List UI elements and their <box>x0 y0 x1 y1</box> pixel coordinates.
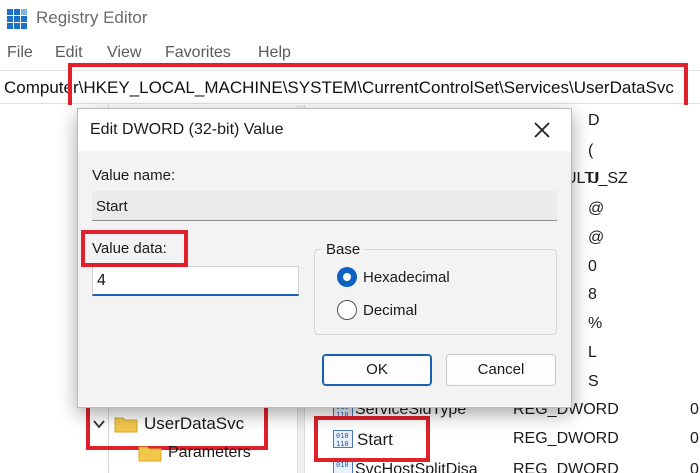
title-bar: Registry Editor <box>0 0 700 38</box>
reg-dword-icon: 010 110 <box>333 430 353 448</box>
address-bar[interactable]: Computer\HKEY_LOCAL_MACHINE\SYSTEM\Curre… <box>0 70 700 104</box>
reg-dword-icon: 010 <box>333 459 353 473</box>
value-name-field: Start <box>92 191 557 221</box>
folder-icon <box>114 417 138 433</box>
close-icon[interactable] <box>531 119 553 141</box>
address-path[interactable]: Computer\HKEY_LOCAL_MACHINE\SYSTEM\Curre… <box>4 78 674 98</box>
menu-edit[interactable]: Edit <box>55 44 83 62</box>
radio-hexadecimal-label: Hexadecimal <box>363 268 450 286</box>
window-title: Registry Editor <box>36 8 148 27</box>
value-data-cell: 0 <box>588 258 597 275</box>
value-data-cell: D <box>588 112 600 129</box>
value-type-cell: REG_DWORD <box>513 430 619 447</box>
tree-item-parameters[interactable]: Parameters <box>138 444 251 462</box>
menu-help[interactable]: Help <box>258 44 291 62</box>
menu-view[interactable]: View <box>107 44 141 62</box>
dialog-title: Edit DWORD (32-bit) Value <box>90 121 284 138</box>
chevron-down-icon[interactable] <box>92 417 106 431</box>
folder-icon <box>138 446 162 462</box>
ok-button[interactable]: OK <box>322 354 432 386</box>
value-data-cell: 0 <box>690 461 699 473</box>
cancel-button[interactable]: Cancel <box>446 354 556 386</box>
radio-selected-icon[interactable] <box>337 267 357 287</box>
value-data-cell: @ <box>588 200 605 217</box>
value-data-label: Value data: <box>92 240 167 257</box>
value-type-cell: REG_DWORD <box>513 461 619 473</box>
menu-favorites[interactable]: Favorites <box>165 44 231 62</box>
menu-file[interactable]: File <box>7 44 33 62</box>
registry-editor-icon <box>7 9 27 29</box>
svg-text:110: 110 <box>336 440 349 448</box>
tree-item-label: Parameters <box>168 444 251 461</box>
menu-bar: File Edit View Favorites Help <box>0 44 700 68</box>
radio-hexadecimal[interactable]: Hexadecimal <box>337 267 450 287</box>
svg-text:010: 010 <box>336 432 349 440</box>
value-name-label: Value name: <box>92 167 176 184</box>
radio-decimal[interactable]: Decimal <box>337 300 417 320</box>
value-data-cell: L <box>588 344 597 361</box>
value-data-cell: @ <box>588 229 605 246</box>
value-name-cell[interactable]: Start <box>357 430 393 450</box>
value-data-cell: U <box>588 170 600 187</box>
radio-decimal-label: Decimal <box>363 301 418 319</box>
value-data-cell: S <box>588 373 599 390</box>
base-group <box>314 249 557 335</box>
edit-dword-dialog: Edit DWORD (32-bit) Value Value name: St… <box>77 108 572 408</box>
value-data-cell: % <box>588 315 603 332</box>
tree-item-label: UserDataSvc <box>144 414 245 433</box>
base-label: Base <box>322 241 365 258</box>
dialog-title-bar: Edit DWORD (32-bit) Value <box>78 109 571 151</box>
svg-text:010: 010 <box>336 461 349 469</box>
value-data-cell: 8 <box>588 286 597 303</box>
value-name-cell[interactable]: SvcHostSplitDisa <box>355 461 478 473</box>
value-data-cell: ( <box>588 142 594 159</box>
value-data-input[interactable] <box>92 266 299 296</box>
radio-unselected-icon[interactable] <box>337 300 357 320</box>
svg-text:110: 110 <box>336 411 349 419</box>
tree-item-userdatasvc[interactable]: UserDataSvc <box>92 414 244 434</box>
value-data-cell: 0 <box>690 401 699 418</box>
value-data-cell: 0 <box>690 430 699 447</box>
